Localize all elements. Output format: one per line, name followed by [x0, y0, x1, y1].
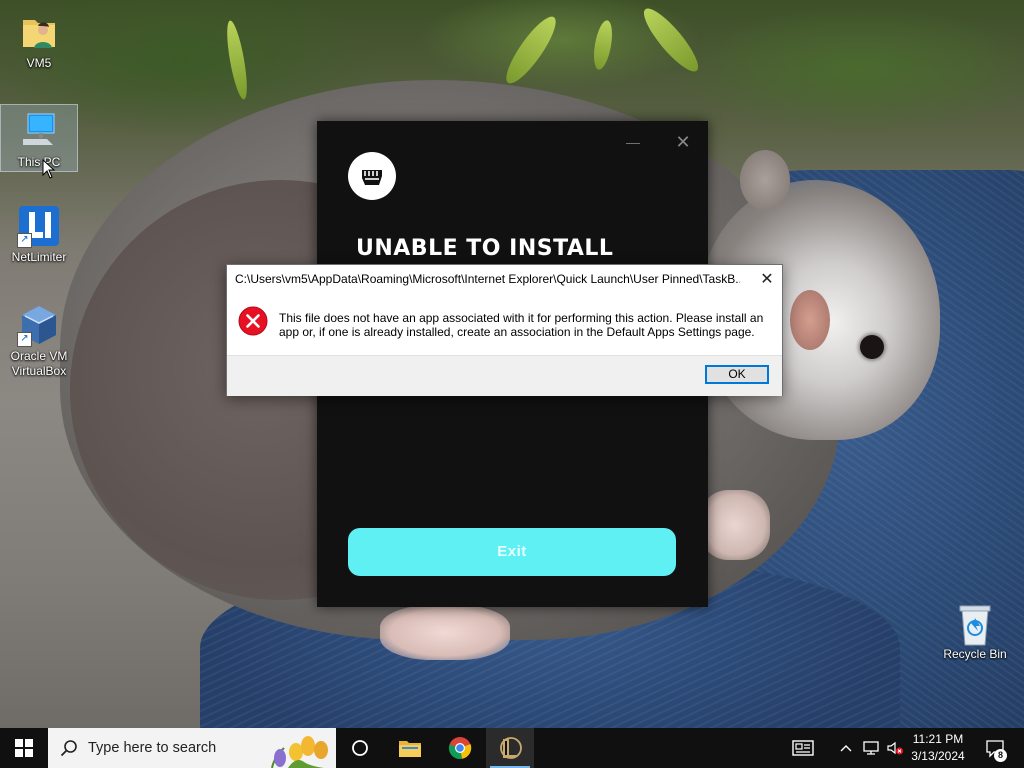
notification-count-badge: 8: [994, 749, 1007, 762]
mouse-cursor-icon: [42, 159, 56, 179]
desktop-icon-label: Oracle VM VirtualBox: [10, 349, 68, 378]
netlimiter-icon: ↗: [17, 206, 59, 248]
minimize-button[interactable]: —: [623, 135, 643, 149]
chrome-icon: [448, 737, 472, 759]
riot-fist-icon: [348, 152, 396, 200]
desktop-icon-label: VM5: [26, 56, 52, 70]
file-explorer-button[interactable]: [386, 728, 434, 768]
ok-button[interactable]: OK: [705, 365, 769, 384]
shortcut-arrow-icon: ↗: [17, 332, 32, 347]
desktop-icon-this-pc[interactable]: This PC: [0, 104, 78, 172]
user-folder-icon: [19, 12, 59, 52]
league-of-legends-button[interactable]: [486, 728, 534, 768]
league-of-legends-icon: [500, 737, 522, 759]
taskbar: Type here to search 11:21 PM 3/13/2024 8: [0, 728, 1024, 768]
wallpaper-rat-ear: [790, 290, 830, 350]
wallpaper-leaf: [499, 10, 563, 90]
wallpaper-leaf: [636, 2, 706, 78]
installer-close-button[interactable]: ✕: [672, 131, 694, 153]
news-widget-button[interactable]: [784, 728, 822, 768]
computer-icon: [19, 111, 59, 151]
wallpaper-leaf: [223, 19, 251, 101]
dialog-close-button[interactable]: ✕: [756, 269, 778, 291]
wallpaper-rat-paw-front: [700, 490, 770, 560]
action-center-button[interactable]: 8: [980, 728, 1010, 768]
task-view-button[interactable]: [336, 728, 384, 768]
windows-logo-icon: [15, 739, 33, 757]
error-dialog: C:\Users\vm5\AppData\Roaming\Microsoft\I…: [226, 264, 783, 396]
virtualbox-icon: ↗: [17, 305, 59, 347]
chevron-up-icon: [840, 745, 852, 752]
clock-date: 3/13/2024: [911, 749, 965, 763]
start-button[interactable]: [0, 728, 48, 768]
dialog-message: This file does not have an app associate…: [279, 311, 764, 339]
network-button[interactable]: [860, 728, 882, 768]
desktop-icon-label: NetLimiter: [11, 250, 67, 264]
news-widget-icon: [792, 740, 814, 756]
dialog-title: C:\Users\vm5\AppData\Roaming\Microsoft\I…: [235, 272, 740, 286]
recycle-bin-icon: [955, 603, 995, 646]
wallpaper-rat-ear-back: [740, 150, 790, 210]
shortcut-arrow-icon: ↗: [17, 233, 32, 248]
network-icon: [863, 741, 879, 755]
search-highlight-flowers-icon: [271, 736, 328, 768]
file-explorer-icon: [399, 741, 421, 757]
error-icon: [238, 306, 268, 336]
cortana-icon: [352, 740, 368, 756]
dialog-footer: OK: [227, 355, 782, 396]
search-placeholder: Type here to search: [88, 740, 217, 756]
desktop-icon-recycle-bin[interactable]: Recycle Bin: [937, 597, 1013, 662]
clock-time: 11:21 PM: [912, 732, 964, 746]
chrome-button[interactable]: [436, 728, 484, 768]
wallpaper-rat-eye: [860, 335, 884, 359]
search-icon: [60, 740, 77, 757]
taskbar-clock[interactable]: 11:21 PM 3/13/2024: [902, 731, 974, 765]
wallpaper-rat-paw: [380, 605, 510, 660]
desktop-icon-virtualbox[interactable]: ↗ Oracle VM VirtualBox: [1, 299, 77, 379]
desktop-icon-vm5[interactable]: VM5: [1, 6, 77, 71]
install-error-heading: UNABLE TO INSTALL: [356, 236, 614, 261]
taskbar-search-box[interactable]: Type here to search: [48, 728, 336, 768]
desktop-icon-netlimiter[interactable]: ↗ NetLimiter: [1, 200, 77, 265]
desktop-icon-label: Recycle Bin: [943, 647, 1007, 661]
show-hidden-icons-button[interactable]: [836, 728, 856, 768]
wallpaper-leaf: [590, 18, 616, 72]
exit-button[interactable]: Exit: [348, 528, 676, 576]
